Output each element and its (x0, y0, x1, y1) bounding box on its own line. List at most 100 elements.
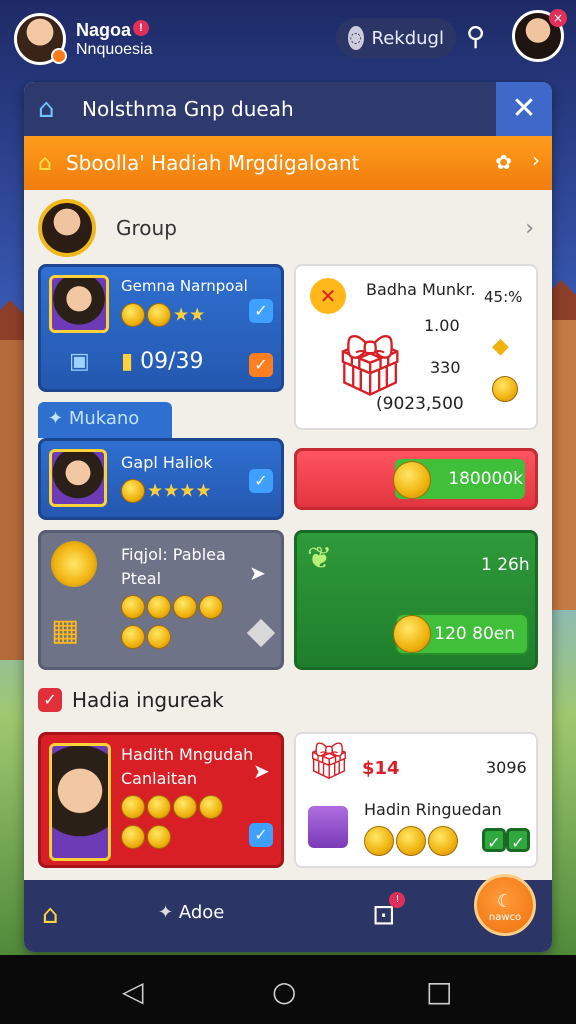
verified-icon: ✓ (249, 469, 273, 493)
check-icon: ✓ (38, 688, 62, 712)
ribbon-icon: ✿ (495, 150, 512, 174)
gift-card[interactable]: ✕ Badha Munkr. 45:% 🎁︎ 1.00 330 (9023,50… (294, 264, 538, 430)
user-avatar[interactable] (14, 13, 67, 65)
player-rating: ★★★★ (121, 479, 212, 503)
card-icon: ▮ (121, 349, 134, 374)
gift-value-3: (9023,500 (376, 394, 464, 414)
bag-icon: ▣ (69, 349, 90, 374)
hadith-line-1: Hadith Mngudah (121, 745, 254, 764)
home-nav-icon[interactable]: ⌂ (42, 900, 59, 930)
hadith-portrait (49, 743, 111, 861)
panel-header: ⌂ Nolsthma Gnp dueah (24, 82, 552, 136)
about-nav-item[interactable]: ✦ Adoe (158, 902, 224, 923)
close-badge-icon: × (549, 9, 567, 27)
close-button[interactable]: ✕ (496, 82, 552, 136)
back-icon[interactable]: ◁ (122, 975, 144, 1008)
user-name: Nagoa (76, 19, 132, 40)
main-panel: ⌂ Nolsthma Gnp dueah ✕ ⌂ Sboolla' Hadiah… (24, 82, 552, 952)
checkbox-orange[interactable]: ✓ (249, 353, 273, 377)
green-claim-button[interactable]: 120 80en (393, 613, 529, 655)
star-icon: ★ (189, 304, 206, 326)
gift-percent: 45:% (484, 288, 523, 306)
action-fab-button[interactable]: ☾ nawco (474, 874, 536, 936)
diamond-icon (246, 618, 276, 648)
coin-icon (121, 595, 145, 619)
gift-value-2: 330 (430, 358, 461, 377)
tab-label: Mukano (68, 408, 140, 429)
player-name: Gapl Haliok (121, 453, 213, 472)
recents-icon[interactable]: □ (426, 975, 452, 1008)
coin-icon (147, 595, 171, 619)
leaf-icon: ❦ (307, 541, 333, 576)
group-avatar (38, 199, 96, 257)
star-icon: ★ (173, 304, 190, 326)
star-nav-icon: ✦ (158, 902, 174, 923)
sun-medal-icon (51, 541, 97, 587)
verified-icon: ✓ (249, 299, 273, 323)
gift-box-icon: 🎁︎ (332, 331, 409, 401)
profile-search-icon[interactable]: ⚲ (466, 22, 485, 52)
gift-badge-icon: ✕ (310, 278, 346, 314)
checkbox-green[interactable]: ✓ (482, 828, 506, 852)
top-bar: Nagoa! Nnquoesia (0, 0, 576, 78)
player-card-2[interactable]: Gapl Haliok ★★★★ ✓ (38, 438, 284, 520)
coin-icon (393, 461, 431, 499)
section-tab[interactable]: ✦ Mukano (38, 402, 172, 438)
hadin-label: Hadin Ringuedan (364, 800, 502, 819)
lock-nav-icon[interactable]: ⊡! (372, 892, 406, 931)
chevron-right-icon: › (532, 148, 540, 172)
user-subtitle: Nnquoesia (76, 40, 153, 58)
bottom-nav: ⌂ ✦ Adoe ⊡! (24, 880, 552, 952)
player-card-1[interactable]: Gemna Narnpoal ★★ ✓ ▣ ▮ 09/39 ✓ (38, 264, 284, 392)
reward-pill-label: Rekdugl (371, 27, 444, 49)
sparkle-icon: ◆ (492, 334, 509, 359)
chat-icon: ◌ (348, 26, 364, 50)
gift-box-icon: 🎁︎ (306, 741, 352, 782)
player-count-value: 09/39 (140, 349, 204, 374)
checkbox-blue[interactable]: ✓ (249, 823, 273, 847)
coin-row-2 (121, 825, 173, 849)
checkbox-green[interactable]: ✓ (506, 828, 530, 852)
star-icon: ★★★★ (147, 480, 212, 502)
green-value-button: 120 80en (434, 624, 515, 644)
coin-row-1 (121, 595, 225, 619)
gift-title: Badha Munkr. (366, 280, 476, 299)
friend-avatar[interactable]: × (512, 9, 567, 62)
home-circle-icon[interactable]: ○ (272, 975, 296, 1008)
coin-icon (147, 825, 171, 849)
player-portrait (49, 449, 107, 507)
pablea-line-2: Pteal (121, 569, 162, 588)
coin-icon (173, 595, 197, 619)
coin-row-2 (121, 625, 173, 649)
reward-red-button[interactable]: 180000k (294, 448, 538, 510)
potion-icon (308, 806, 348, 848)
system-nav-bar: ◁ ○ □ (0, 955, 576, 1024)
hadith-line-2: Canlaitan (121, 769, 198, 788)
moon-icon: ☾ (496, 891, 514, 912)
coin-row-1 (121, 795, 225, 819)
hadin-card[interactable]: 🎁︎ $14 3096 Hadin Ringuedan ✓ ✓ (294, 732, 538, 868)
player-portrait (49, 275, 109, 333)
pablea-card[interactable]: Fiqjol: Pablea Pteal ➤ ▦ (38, 530, 284, 670)
coin-icon (147, 795, 171, 819)
check-group: ✓ ✓ (482, 828, 530, 852)
reward-banner[interactable]: ⌂ Sboolla' Hadiah Mrgdigaloant (24, 136, 552, 190)
status-dot-icon (51, 48, 67, 64)
hadith-card[interactable]: Hadith Mngudah Canlaitan ➤ ✓ (38, 732, 284, 868)
section-heading: ✓ Hadia ingureak (38, 688, 224, 712)
banner-label: Sboolla' Hadiah Mrgdigaloant (65, 151, 360, 175)
reward-amount: 180000k (448, 469, 523, 489)
user-info: Nagoa! Nnquoesia (76, 19, 153, 59)
coin-icon (393, 615, 431, 653)
fab-label: nawco (488, 912, 522, 923)
group-chevron-icon: › (525, 216, 534, 241)
coin-icon (364, 826, 394, 856)
lock-badge: ! (389, 892, 406, 908)
group-row[interactable]: Group › (24, 192, 552, 264)
reward-pill-button[interactable]: ◌ Rekdugl (336, 18, 456, 58)
coin-icon (121, 303, 145, 327)
green-reward-card[interactable]: ❦ 1 26h 120 80en (294, 530, 538, 670)
player-count: ▮ 09/39 (121, 349, 204, 374)
coin-icon (199, 595, 223, 619)
tab-bird-icon: ✦ (48, 408, 69, 429)
